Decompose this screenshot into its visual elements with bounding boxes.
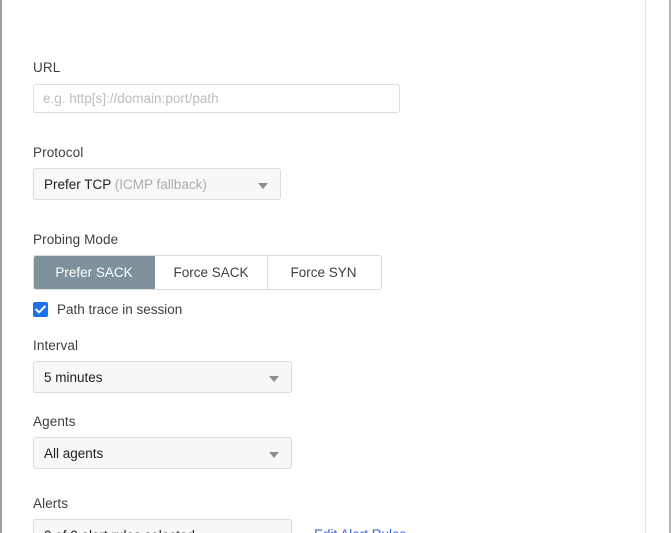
protocol-label: Protocol xyxy=(33,145,84,160)
probing-mode-option-prefer-sack[interactable]: Prefer SACK xyxy=(34,256,155,289)
chevron-down-icon xyxy=(269,452,279,458)
agents-select[interactable]: All agents xyxy=(33,437,292,469)
checkbox-checked-icon[interactable] xyxy=(33,301,48,317)
protocol-select[interactable]: Prefer TCP (ICMP fallback) xyxy=(33,168,281,200)
path-trace-label: Path trace in session xyxy=(57,301,183,317)
interval-select-value: 5 minutes xyxy=(44,370,103,385)
probing-mode-label: Probing Mode xyxy=(33,232,119,247)
protocol-value-primary: Prefer TCP xyxy=(44,177,112,192)
url-label: URL xyxy=(33,60,61,75)
tab-advanced-settings[interactable]: Advanced Settings xyxy=(223,0,355,10)
probing-mode-segmented-control: Prefer SACK Force SACK Force SYN xyxy=(33,255,382,290)
alerts-select-value: 0 of 0 alert rules selected xyxy=(44,520,195,533)
interval-label: Interval xyxy=(33,338,79,353)
protocol-value-secondary: (ICMP fallback) xyxy=(114,177,207,192)
alerts-select[interactable]: 0 of 0 alert rules selected xyxy=(33,519,292,533)
settings-tabs: Basic Configuration Advanced Settings xyxy=(2,0,645,16)
alerts-label: Alerts xyxy=(33,496,69,511)
agents-select-value: All agents xyxy=(44,446,104,461)
probing-mode-option-force-syn[interactable]: Force SYN xyxy=(268,256,379,289)
vertical-scrollbar-track[interactable] xyxy=(646,0,671,533)
probing-mode-option-force-sack[interactable]: Force SACK xyxy=(155,256,268,289)
chevron-down-icon xyxy=(269,376,279,382)
interval-select[interactable]: 5 minutes xyxy=(33,361,292,393)
path-trace-checkbox-row[interactable]: Path trace in session xyxy=(33,300,182,318)
tab-basic-configuration[interactable]: Basic Configuration xyxy=(32,0,172,10)
basic-configuration-panel: Basic Configuration Advanced Settings UR… xyxy=(2,0,645,533)
test-configuration-screen: Basic Configuration Advanced Settings UR… xyxy=(0,0,671,533)
protocol-select-value: Prefer TCP (ICMP fallback) xyxy=(44,169,207,201)
chevron-down-icon xyxy=(258,183,268,189)
agents-label: Agents xyxy=(33,414,76,429)
edit-alert-rules-link[interactable]: Edit Alert Rules xyxy=(314,527,406,533)
url-input[interactable] xyxy=(33,84,400,113)
